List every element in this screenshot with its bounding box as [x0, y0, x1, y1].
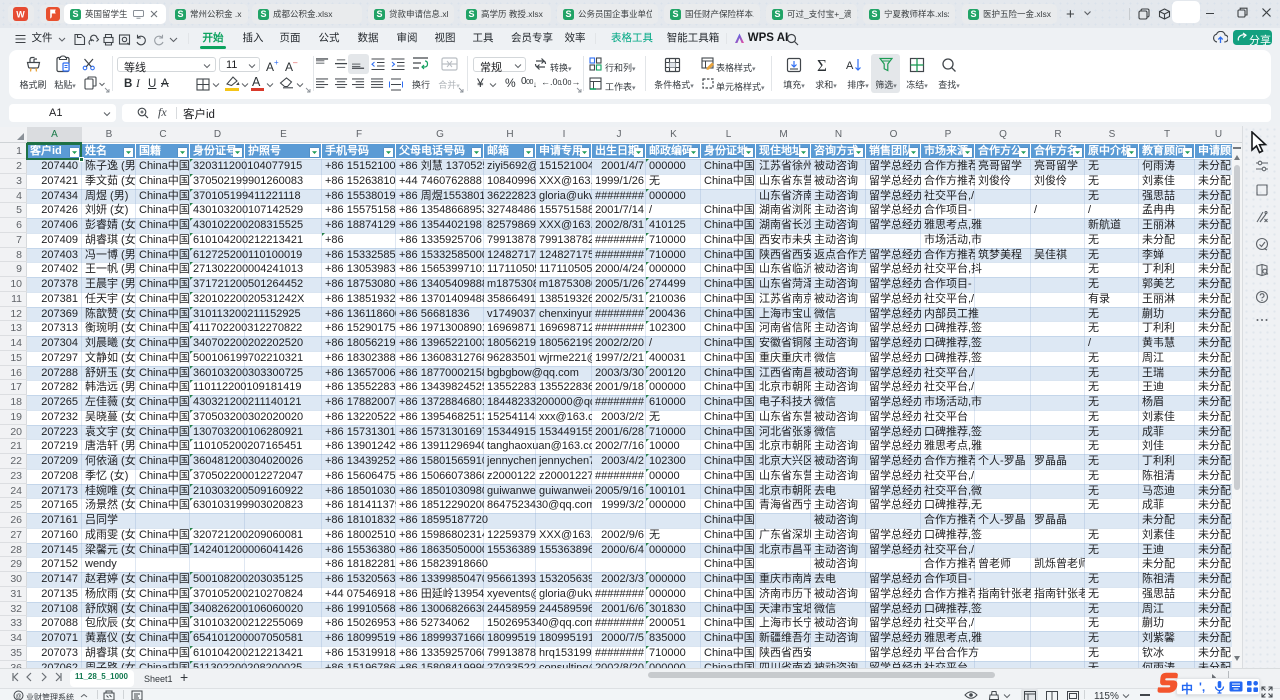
svg-text:W: W: [16, 10, 25, 20]
svg-text:@: @: [15, 694, 21, 700]
svg-text:A: A: [846, 60, 854, 72]
